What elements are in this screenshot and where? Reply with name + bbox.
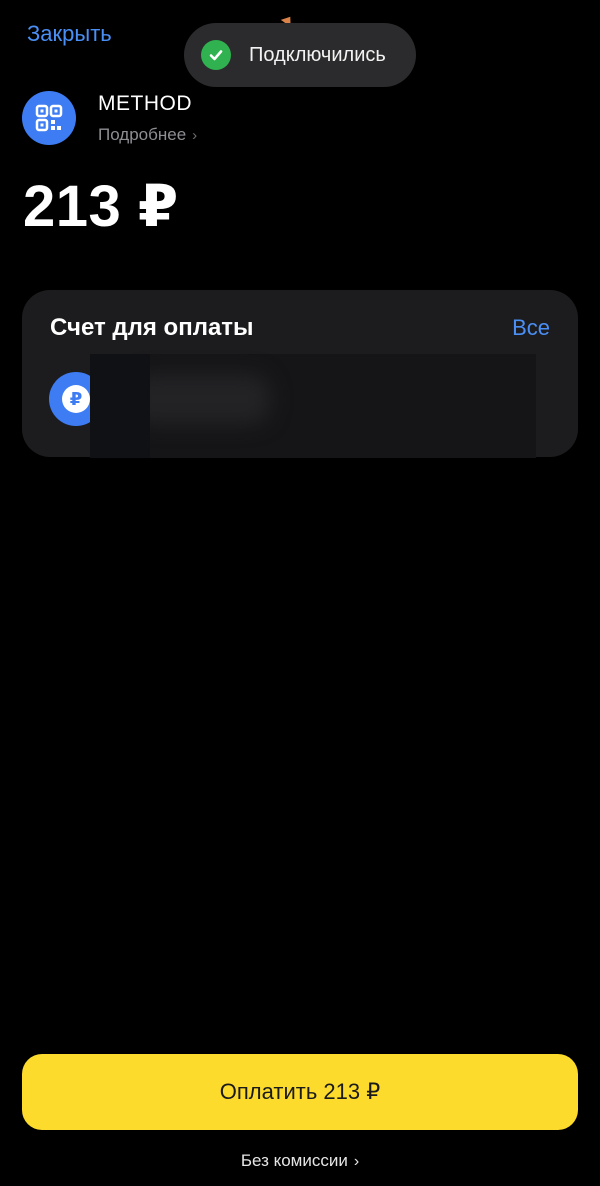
merchant-details-link[interactable]: Подробнее › bbox=[98, 125, 197, 145]
qr-code-icon bbox=[22, 91, 76, 145]
all-accounts-button[interactable]: Все bbox=[512, 315, 550, 341]
close-button[interactable]: Закрыть bbox=[27, 20, 112, 48]
payment-amount: 213 ₽ bbox=[23, 174, 179, 239]
pay-button[interactable]: Оплатить 213 ₽ bbox=[22, 1054, 578, 1130]
card-title: Счет для оплаты bbox=[50, 314, 254, 341]
merchant-details-label: Подробнее bbox=[98, 125, 187, 144]
merchant-name: METHOD bbox=[98, 92, 192, 115]
check-circle-icon bbox=[201, 40, 231, 70]
connected-toast: Подключились bbox=[184, 23, 416, 87]
payment-account-card: Счет для оплаты Все ₽ bbox=[22, 290, 578, 458]
chevron-right-icon: › bbox=[192, 126, 198, 144]
redacted-account-info[interactable] bbox=[90, 354, 536, 458]
chevron-right-icon: › bbox=[353, 1153, 360, 1170]
fee-info-link[interactable]: Без комиссии › bbox=[0, 1151, 600, 1171]
fee-note-label: Без комиссии bbox=[240, 1151, 348, 1170]
toast-message: Подключились bbox=[249, 43, 386, 66]
